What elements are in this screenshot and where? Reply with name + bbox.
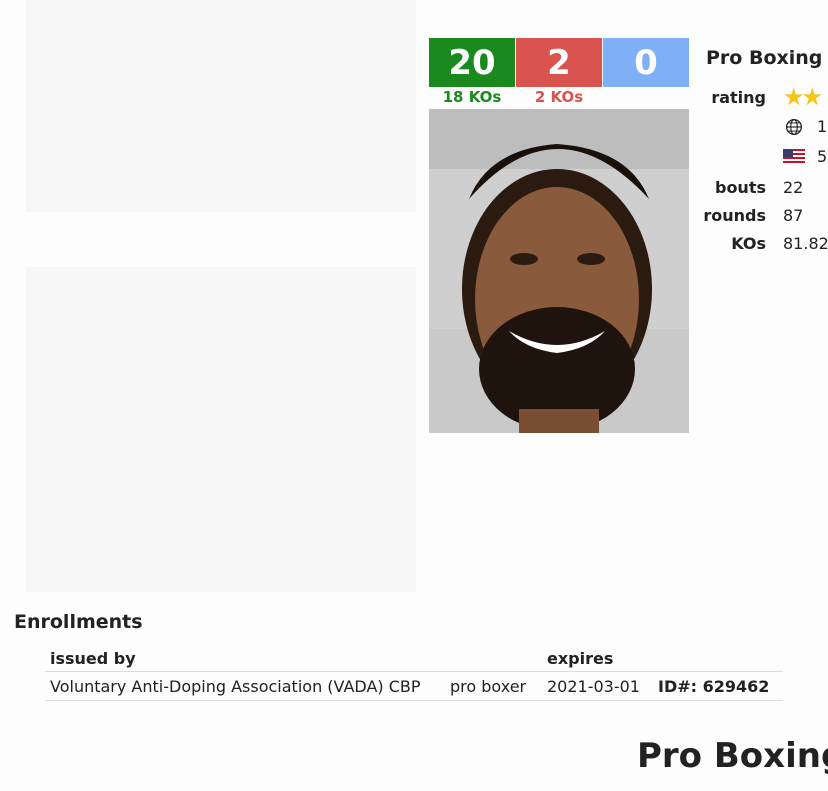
stats-panel: Pro Boxing rating ★★ 1 5 bouts 22 rounds… <box>700 40 828 270</box>
rating-label: rating <box>711 88 766 107</box>
id-value: 629462 <box>702 676 770 696</box>
draws-box: 0 <box>603 38 689 87</box>
losses-box: 2 <box>516 38 602 87</box>
enrollments-title: Enrollments <box>14 611 143 633</box>
bouts-label: bouts <box>714 178 766 197</box>
kos-label: KOs <box>731 234 766 253</box>
boxer-photo <box>429 109 689 433</box>
role-cell: pro boxer <box>445 671 542 701</box>
wins-box: 20 <box>429 38 515 87</box>
stats-title: Pro Boxing <box>706 47 823 69</box>
col-id <box>653 644 783 672</box>
col-issued-by: issued by <box>45 644 445 672</box>
world-rank-row: 1 <box>783 117 827 136</box>
ad-placeholder-top <box>26 0 416 212</box>
country-rank-row: 5 <box>783 147 827 166</box>
table-header-row: issued by expires <box>45 644 783 672</box>
rounds-value: 87 <box>783 206 804 225</box>
ad-placeholder-bottom <box>26 267 416 592</box>
wins-kos-text: 18 KOs <box>442 88 502 106</box>
col-role <box>445 644 542 672</box>
id-cell: ID#: 629462 <box>653 671 783 701</box>
world-rank-value: 1 <box>817 117 828 136</box>
bouts-value: 22 <box>783 178 804 197</box>
section-heading-pro-boxing: Pro Boxing <box>637 736 828 776</box>
rating-stars: ★★ <box>783 83 823 111</box>
boxer-profile-page: 20 2 0 18 KOs 2 KOs Pro Boxing rating ★★ <box>0 0 828 791</box>
expires-cell: 2021-03-01 <box>542 671 653 701</box>
kos-value: 81.82 <box>783 234 828 253</box>
table-row: Voluntary Anti-Doping Association (VADA)… <box>45 671 783 701</box>
record-summary: 20 2 0 <box>429 38 689 87</box>
us-flag-icon <box>783 148 805 165</box>
enrollments-table: issued by expires Voluntary Anti-Doping … <box>45 644 783 701</box>
id-label: ID#: <box>658 676 698 696</box>
rounds-label: rounds <box>703 206 766 225</box>
losses-kos-text: 2 KOs <box>534 88 584 106</box>
col-expires: expires <box>542 644 653 672</box>
globe-icon <box>785 118 803 135</box>
issued-by-cell: Voluntary Anti-Doping Association (VADA)… <box>45 671 445 701</box>
country-rank-value: 5 <box>817 147 828 166</box>
